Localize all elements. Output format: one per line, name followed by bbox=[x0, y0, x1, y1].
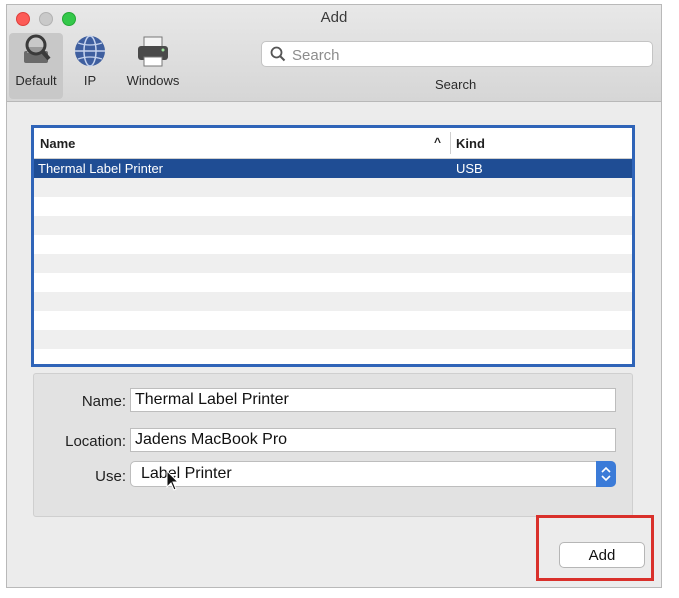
column-divider[interactable] bbox=[450, 132, 451, 154]
printer-name-cell: Thermal Label Printer bbox=[38, 161, 163, 176]
empty-row bbox=[34, 330, 632, 349]
toolbar-windows-button[interactable]: Windows bbox=[115, 33, 191, 88]
add-button[interactable]: Add bbox=[559, 542, 645, 568]
empty-row bbox=[34, 292, 632, 311]
title-bar: Add Default IP Windows Search Search bbox=[7, 5, 661, 102]
search-label: Search bbox=[435, 77, 477, 92]
location-label: Location: bbox=[65, 433, 126, 450]
toolbar-windows-label: Windows bbox=[126, 73, 180, 88]
empty-row bbox=[34, 349, 632, 364]
empty-row bbox=[34, 216, 632, 235]
printer-list[interactable]: Name ^ Kind Thermal Label Printer USB bbox=[31, 125, 635, 367]
location-field[interactable] bbox=[130, 428, 616, 452]
printer-kind-cell: USB bbox=[456, 161, 483, 176]
empty-row bbox=[34, 254, 632, 273]
column-header-kind[interactable]: Kind bbox=[456, 136, 485, 151]
printer-details-panel: Name: Location: Use: Label Printer bbox=[33, 373, 633, 517]
toolbar-ip-button[interactable]: IP bbox=[67, 33, 113, 88]
list-header: Name ^ Kind bbox=[34, 128, 632, 159]
empty-row bbox=[34, 178, 632, 197]
search-icon bbox=[270, 46, 286, 67]
empty-row bbox=[34, 273, 632, 292]
globe-icon bbox=[70, 33, 110, 69]
window-title: Add bbox=[320, 9, 348, 26]
mouse-cursor-icon bbox=[166, 469, 180, 497]
list-rows: Thermal Label Printer USB bbox=[34, 159, 632, 364]
add-printer-window: Add Default IP Windows Search Search Nam… bbox=[6, 4, 662, 588]
empty-row bbox=[34, 235, 632, 254]
default-printer-icon bbox=[16, 33, 56, 69]
toolbar-default-button[interactable]: Default bbox=[9, 33, 63, 99]
empty-row bbox=[34, 311, 632, 330]
column-header-name[interactable]: Name bbox=[40, 136, 75, 151]
printer-icon bbox=[133, 33, 173, 69]
list-item[interactable]: Thermal Label Printer USB bbox=[34, 159, 632, 178]
toolbar-default-label: Default bbox=[15, 73, 57, 88]
use-selected-value: Label Printer bbox=[141, 465, 232, 482]
empty-row bbox=[34, 197, 632, 216]
dropdown-chevron-icon[interactable] bbox=[596, 461, 616, 487]
sort-ascending-icon: ^ bbox=[434, 135, 442, 149]
use-label: Use: bbox=[95, 468, 126, 485]
use-dropdown[interactable]: Label Printer bbox=[130, 461, 616, 487]
name-label: Name: bbox=[81, 393, 126, 410]
toolbar-ip-label: IP bbox=[83, 73, 97, 88]
search-field[interactable] bbox=[261, 41, 653, 67]
search-input[interactable] bbox=[290, 44, 644, 66]
name-field[interactable] bbox=[130, 388, 616, 412]
